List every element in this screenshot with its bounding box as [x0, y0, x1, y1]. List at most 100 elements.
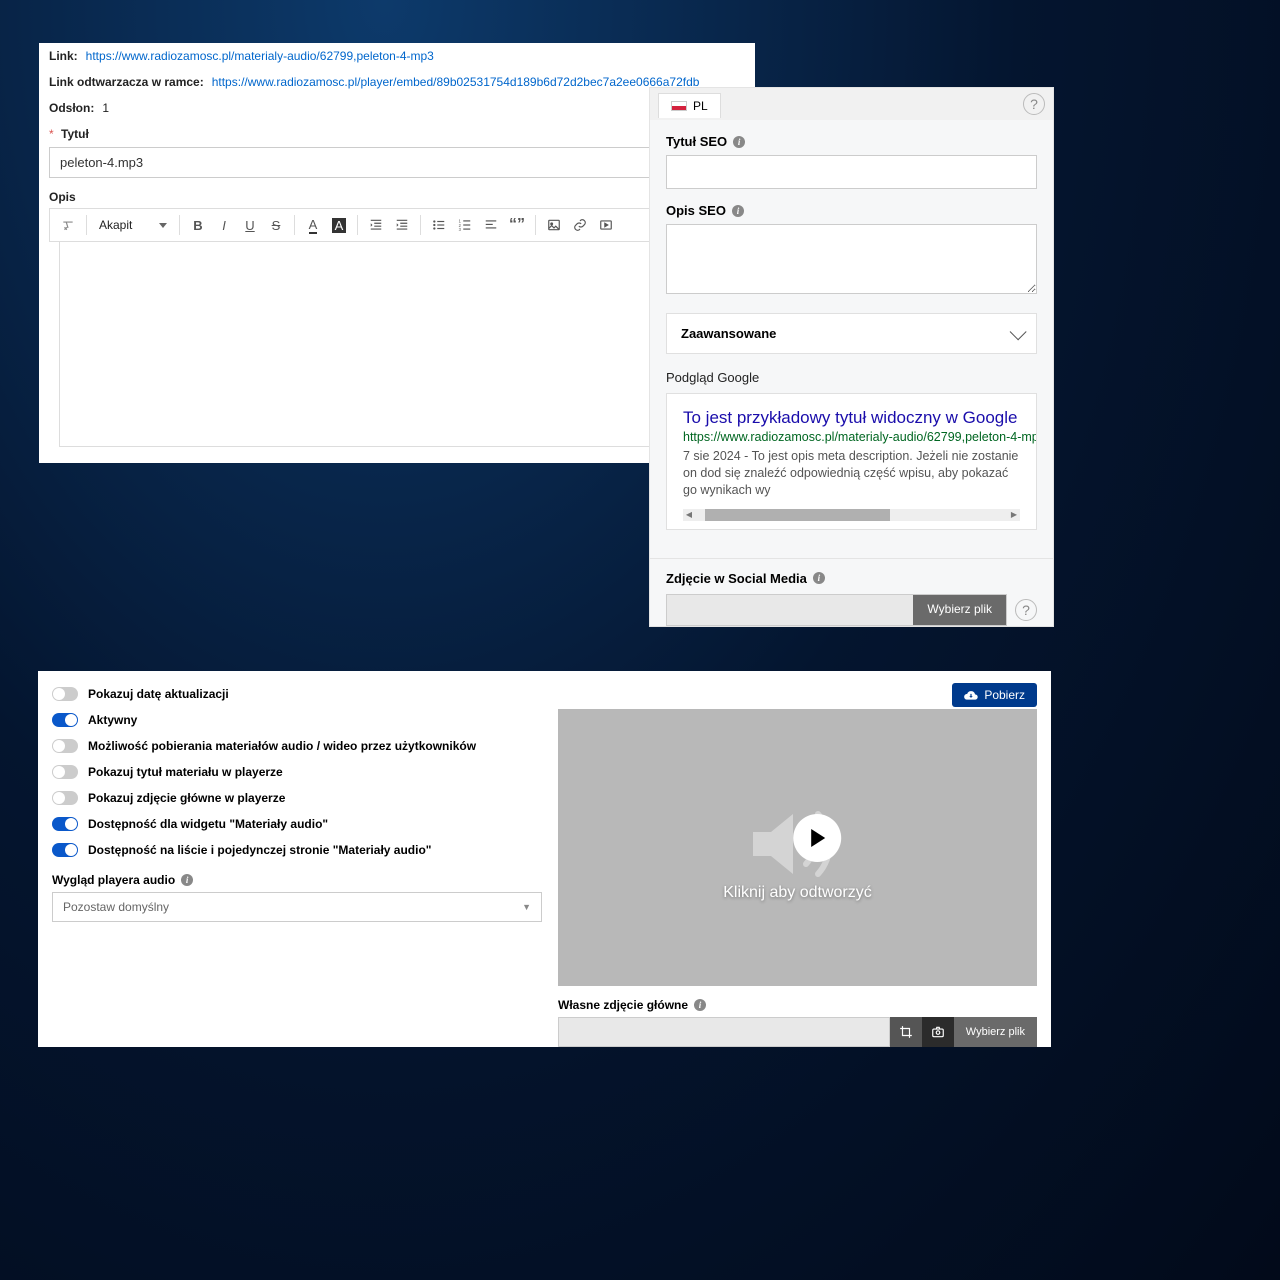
toggle-label: Dostępność na liście i pojedynczej stron… — [88, 843, 431, 857]
toggle-label: Aktywny — [88, 713, 137, 727]
seo-desc-label: Opis SEO i — [666, 203, 1037, 218]
help-icon[interactable]: ? — [1015, 599, 1037, 621]
toggle-row: Pokazuj datę aktualizacji — [52, 681, 542, 707]
advanced-label: Zaawansowane — [681, 326, 776, 341]
bg-color-icon[interactable]: A — [327, 213, 351, 237]
info-icon[interactable]: i — [813, 572, 825, 584]
own-image-input[interactable] — [558, 1017, 890, 1047]
editor-toolbar: Akapit B I U S A A 123 “” — [49, 208, 745, 242]
underline-icon[interactable]: U — [238, 213, 262, 237]
chevron-down-icon — [1010, 323, 1027, 340]
google-desc: 7 sie 2024 - To jest opis meta descripti… — [683, 448, 1020, 499]
info-icon[interactable]: i — [733, 136, 745, 148]
google-preview-label: Podgląd Google — [666, 370, 1037, 385]
toggle-label: Możliwość pobierania materiałów audio / … — [88, 739, 476, 753]
tab-row: PL ? — [650, 88, 1053, 120]
media-column: Kliknij aby odtworzyć Własne zdjęcie głó… — [558, 681, 1037, 1037]
info-icon[interactable]: i — [732, 205, 744, 217]
toggle-switch[interactable] — [52, 739, 78, 753]
title-input[interactable] — [49, 147, 745, 178]
title-group: * Tytuł — [39, 121, 755, 184]
title-label: Tytuł — [61, 127, 89, 141]
editor-content[interactable] — [59, 242, 735, 447]
strike-icon[interactable]: S — [264, 213, 288, 237]
link-label: Link: — [49, 49, 78, 63]
seo-panel: PL ? Tytuł SEO i Opis SEO i Zaawansowane… — [649, 87, 1054, 627]
frame-url[interactable]: https://www.radiozamosc.pl/player/embed/… — [212, 75, 700, 89]
toggle-label: Dostępność dla widgetu "Materiały audio" — [88, 817, 328, 831]
link-icon[interactable] — [568, 213, 592, 237]
camera-icon[interactable] — [922, 1017, 954, 1047]
link-row: Link: https://www.radiozamosc.pl/materia… — [39, 43, 755, 69]
required-icon: * — [49, 127, 54, 141]
link-url[interactable]: https://www.radiozamosc.pl/materialy-aud… — [86, 49, 434, 63]
choose-file-button[interactable]: Wybierz plik — [913, 595, 1006, 625]
quote-icon[interactable]: “” — [505, 213, 529, 237]
toggle-switch[interactable] — [52, 687, 78, 701]
advanced-accordion[interactable]: Zaawansowane — [666, 313, 1037, 354]
editor-panel: Link: https://www.radiozamosc.pl/materia… — [39, 43, 755, 463]
lang-tab-pl[interactable]: PL — [658, 93, 721, 118]
toggle-switch[interactable] — [52, 843, 78, 857]
cloud-download-icon — [964, 690, 978, 700]
italic-icon[interactable]: I — [212, 213, 236, 237]
google-title: To jest przykładowy tytuł widoczny w Goo… — [683, 408, 1020, 428]
lang-tab-label: PL — [693, 99, 708, 113]
views-value: 1 — [102, 101, 109, 115]
image-icon[interactable] — [542, 213, 566, 237]
align-icon[interactable] — [479, 213, 503, 237]
play-button[interactable] — [793, 814, 841, 862]
social-media-label: Zdjęcie w Social Media i — [666, 571, 1037, 586]
number-list-icon[interactable]: 123 — [453, 213, 477, 237]
toggle-row: Pokazuj zdjęcie główne w playerze — [52, 785, 542, 811]
choose-file-button[interactable]: Wybierz plik — [954, 1017, 1037, 1047]
frame-label: Link odtwarzacza w ramce: — [49, 75, 204, 89]
settings-panel: Pobierz Pokazuj datę aktualizacji Aktywny… — [38, 671, 1051, 1047]
toggle-switch[interactable] — [52, 791, 78, 805]
paragraph-select[interactable]: Akapit — [93, 215, 173, 235]
own-image-label: Własne zdjęcie główne i — [558, 998, 1037, 1012]
toggle-switch[interactable] — [52, 765, 78, 779]
toggle-row: Pokazuj tytuł materiału w playerze — [52, 759, 542, 785]
indent-icon[interactable] — [390, 213, 414, 237]
player-style-label: Wygląd playera audio i — [52, 873, 542, 887]
clear-format-icon[interactable] — [56, 213, 80, 237]
toggle-row: Dostępność dla widgetu "Materiały audio" — [52, 811, 542, 837]
toggle-label: Pokazuj datę aktualizacji — [88, 687, 229, 701]
preview-scrollbar[interactable]: ◀ ▶ — [683, 509, 1020, 521]
play-icon — [811, 829, 825, 847]
flag-pl-icon — [671, 101, 687, 111]
info-icon[interactable]: i — [694, 999, 706, 1011]
info-icon[interactable]: i — [181, 874, 193, 886]
google-preview-card: To jest przykładowy tytuł widoczny w Goo… — [666, 393, 1037, 530]
views-label: Odsłon: — [49, 101, 94, 115]
social-media-file-input[interactable]: Wybierz plik — [666, 594, 1007, 626]
toggle-row: Możliwość pobierania materiałów audio / … — [52, 733, 542, 759]
seo-title-input[interactable] — [666, 155, 1037, 189]
toggle-label: Pokazuj tytuł materiału w playerze — [88, 765, 283, 779]
frame-link-row: Link odtwarzacza w ramce: https://www.ra… — [39, 69, 755, 95]
toggle-switch[interactable] — [52, 817, 78, 831]
own-image-row: Wybierz plik — [558, 1017, 1037, 1047]
social-media-row: Zdjęcie w Social Media i Wybierz plik ? — [650, 558, 1053, 626]
help-icon[interactable]: ? — [1023, 93, 1045, 115]
toggle-row: Dostępność na liście i pojedynczej stron… — [52, 837, 542, 863]
media-player[interactable]: Kliknij aby odtworzyć — [558, 709, 1037, 986]
toggle-switch[interactable] — [52, 713, 78, 727]
bold-icon[interactable]: B — [186, 213, 210, 237]
google-url: https://www.radiozamosc.pl/materialy-aud… — [683, 430, 1020, 444]
views-row: Odsłon: 1 — [39, 95, 755, 121]
download-button[interactable]: Pobierz — [952, 683, 1037, 707]
outdent-icon[interactable] — [364, 213, 388, 237]
player-style-select[interactable]: Pozostaw domyślny ▼ — [52, 892, 542, 922]
toggles-column: Pokazuj datę aktualizacji Aktywny Możliwoś… — [52, 681, 542, 1037]
crop-icon[interactable] — [890, 1017, 922, 1047]
seo-desc-input[interactable] — [666, 224, 1037, 294]
toggle-label: Pokazuj zdjęcie główne w playerze — [88, 791, 285, 805]
rich-editor: Akapit B I U S A A 123 “” — [49, 208, 745, 447]
bullet-list-icon[interactable] — [427, 213, 451, 237]
seo-title-label: Tytuł SEO i — [666, 134, 1037, 149]
text-color-icon[interactable]: A — [301, 213, 325, 237]
toggle-row: Aktywny — [52, 707, 542, 733]
video-icon[interactable] — [594, 213, 618, 237]
